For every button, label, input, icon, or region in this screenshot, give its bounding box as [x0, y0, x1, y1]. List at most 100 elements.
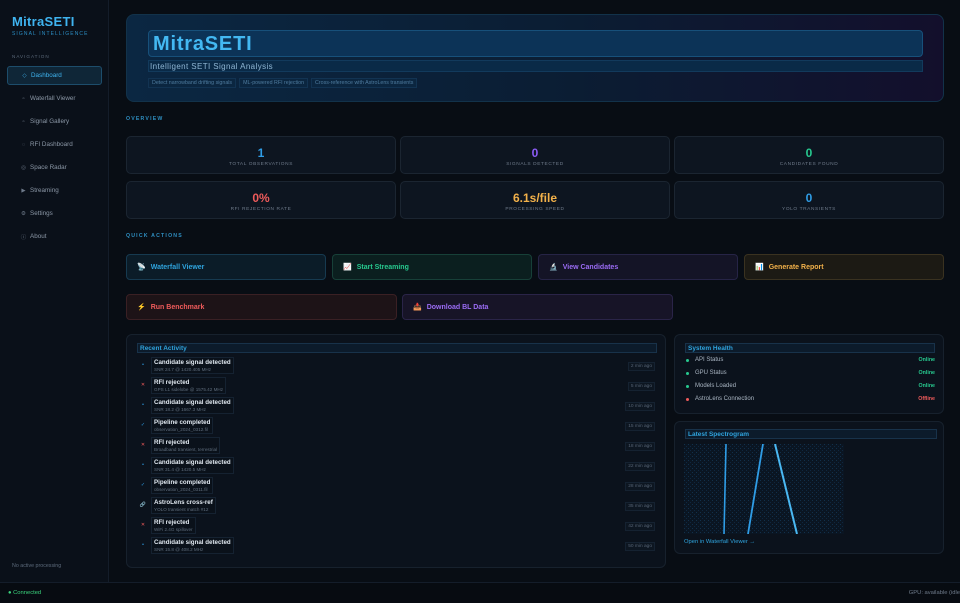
activity-text: Pipeline completed observation_2024_0311.…	[151, 477, 214, 494]
activity-time: 50 min ago	[625, 542, 655, 551]
activity-time: 2 min ago	[627, 362, 655, 371]
activity-detail: WiFi 2.4G spillover	[154, 527, 193, 532]
activity-title: RFI rejected	[154, 519, 190, 526]
status-badge: Online	[918, 383, 935, 389]
sidebar-item-streaming[interactable]: ▶ Streaming	[7, 181, 102, 200]
activity-icon: •	[142, 402, 144, 408]
stat-value: 1	[257, 146, 265, 160]
activity-title: RFI rejected	[154, 379, 190, 386]
status-badge: Online	[918, 357, 935, 363]
status-badge: Online	[918, 370, 935, 376]
activity-detail: SNR 18.2 @ 1667.3 MHz	[154, 407, 206, 412]
report-icon: 📊	[755, 264, 764, 271]
hero-tag: Cross-reference with AstroLens transient…	[311, 78, 418, 88]
diamond-icon: ◇	[22, 72, 27, 79]
satellite-icon: 📡	[137, 264, 146, 271]
stat-card-observations: 1 TOTAL OBSERVATIONS	[126, 136, 396, 174]
stat-card-yolo-transients: 0 YOLO TRANSIENTS	[674, 181, 944, 219]
stat-value: 0	[805, 191, 813, 205]
sidebar-item-rfi-dashboard[interactable]: ◌ RFI Dashboard	[7, 135, 102, 154]
activity-item: ✓ Pipeline completed observation_2024_0311…	[137, 477, 655, 495]
button-label: Start Streaming	[356, 263, 409, 271]
sidebar-item-label: Streaming	[30, 187, 59, 194]
sidebar-item-label: Signal Gallery	[30, 118, 70, 125]
download-bl-data-button[interactable]: 📥 Download BL Data	[402, 294, 673, 320]
microscope-icon: 🔬	[549, 264, 558, 271]
status-dot	[686, 398, 689, 401]
activity-title: RFI rejected	[154, 439, 190, 446]
health-row: Models Loaded Online	[685, 383, 935, 393]
panel-title: System Health	[685, 343, 935, 353]
stat-value: 0	[531, 146, 539, 160]
activity-icon: ✕	[140, 442, 146, 448]
stat-label: PROCESSING SPEED	[505, 207, 565, 212]
spectrogram-image[interactable]	[684, 444, 844, 534]
generate-report-button[interactable]: 📊 Generate Report	[744, 254, 944, 280]
sidebar-item-waterfall-viewer[interactable]: ▫ Waterfall Viewer	[7, 89, 102, 108]
activity-detail: SNR 31.4 @ 1420.5 MHz	[154, 467, 206, 472]
hero-subtitle-box: Intelligent SETI Signal Analysis	[148, 60, 923, 72]
start-streaming-button[interactable]: 📈 Start Streaming	[332, 254, 532, 280]
activity-item: • Candidate signal detected SNR 15.8 @ 408…	[137, 537, 655, 555]
sidebar-item-settings[interactable]: ⚙ Settings	[7, 204, 102, 223]
sidebar-item-label: RFI Dashboard	[30, 141, 73, 148]
health-name: GPU Status	[695, 370, 727, 376]
sidebar-item-signal-gallery[interactable]: ▫ Signal Gallery	[7, 112, 102, 131]
button-label: Waterfall Viewer	[150, 263, 205, 271]
status-bar: ● Connected GPU: available (idle	[0, 582, 960, 603]
info-icon: ⓘ	[20, 234, 27, 241]
hero-subtitle: Intelligent SETI Signal Analysis	[150, 62, 274, 71]
stat-label: RFI REJECTION RATE	[230, 207, 292, 212]
play-icon: ▶	[21, 187, 26, 194]
run-benchmark-button[interactable]: ⚡ Run Benchmark	[126, 294, 397, 320]
lightning-icon: ⚡	[137, 304, 146, 311]
status-badge: Offline	[918, 396, 935, 402]
health-row: AstroLens Connection Offline	[685, 396, 935, 406]
activity-icon: •	[142, 542, 144, 548]
stat-label: SIGNALS DETECTED	[506, 162, 564, 167]
activity-time: 35 min ago	[625, 502, 655, 511]
view-candidates-button[interactable]: 🔬 View Candidates	[538, 254, 738, 280]
activity-detail: Broadband transient, terrestrial	[154, 447, 218, 452]
open-waterfall-link[interactable]: Open in Waterfall Viewer →	[684, 539, 755, 545]
sidebar-item-space-radar[interactable]: ◎ Space Radar	[7, 158, 102, 177]
sidebar-item-label: About	[30, 233, 47, 240]
health-row: API Status Online	[685, 357, 935, 367]
activity-text: Candidate signal detected SNR 15.8 @ 408.…	[151, 537, 234, 554]
activity-detail: YOLO transient match #12	[154, 507, 209, 512]
activity-title: AstroLens cross-ref	[154, 499, 213, 506]
activity-item: ✕ RFI rejected WiFi 2.4G spillover 42 min a…	[137, 517, 655, 535]
activity-icon: ✓	[140, 482, 146, 488]
stat-value: 0%	[252, 191, 270, 205]
sidebar-item-label: Settings	[30, 210, 53, 217]
activity-text: RFI rejected WiFi 2.4G spillover	[151, 517, 196, 534]
activity-time: 15 min ago	[625, 422, 655, 431]
activity-icon: ✕	[140, 382, 146, 388]
waterfall-viewer-button[interactable]: 📡 Waterfall Viewer	[126, 254, 326, 280]
activity-text: Candidate signal detected SNR 24.7 @ 1420…	[151, 357, 234, 374]
health-row: GPU Status Online	[685, 370, 935, 380]
stat-value: 6.1s/file	[512, 191, 558, 205]
button-label: Download BL Data	[426, 303, 489, 311]
stat-value: 0	[805, 146, 813, 160]
stat-card-processing-speed: 6.1s/file PROCESSING SPEED	[400, 181, 670, 219]
activity-icon: •	[142, 362, 144, 368]
hero-title: MitraSETI	[153, 33, 253, 55]
activity-item: ✕ RFI rejected Broadband transient, terres…	[137, 437, 655, 455]
sidebar-item-dashboard[interactable]: ◇ Dashboard	[7, 66, 102, 85]
activity-item: • Candidate signal detected SNR 31.4 @ 142…	[137, 457, 655, 475]
nav-list: ◇ Dashboard ▫ Waterfall Viewer ▫ Signal …	[7, 66, 102, 250]
activity-time: 18 min ago	[625, 442, 655, 451]
button-label: Run Benchmark	[150, 303, 205, 311]
sidebar-item-about[interactable]: ⓘ About	[7, 227, 102, 246]
stat-card-signals: 0 SIGNALS DETECTED	[400, 136, 670, 174]
status-dot	[686, 385, 689, 388]
shield-icon: ◌	[21, 141, 26, 148]
activity-icon: ✓	[140, 422, 146, 428]
gpu-status: GPU: available (idle	[908, 590, 960, 596]
health-name: API Status	[695, 357, 724, 363]
activity-text: Candidate signal detected SNR 18.2 @ 1667…	[151, 397, 234, 414]
activity-detail: observation_2024_0312.fil	[154, 427, 208, 432]
activity-icon: 🔗	[139, 502, 147, 508]
gear-icon: ⚙	[21, 210, 26, 217]
